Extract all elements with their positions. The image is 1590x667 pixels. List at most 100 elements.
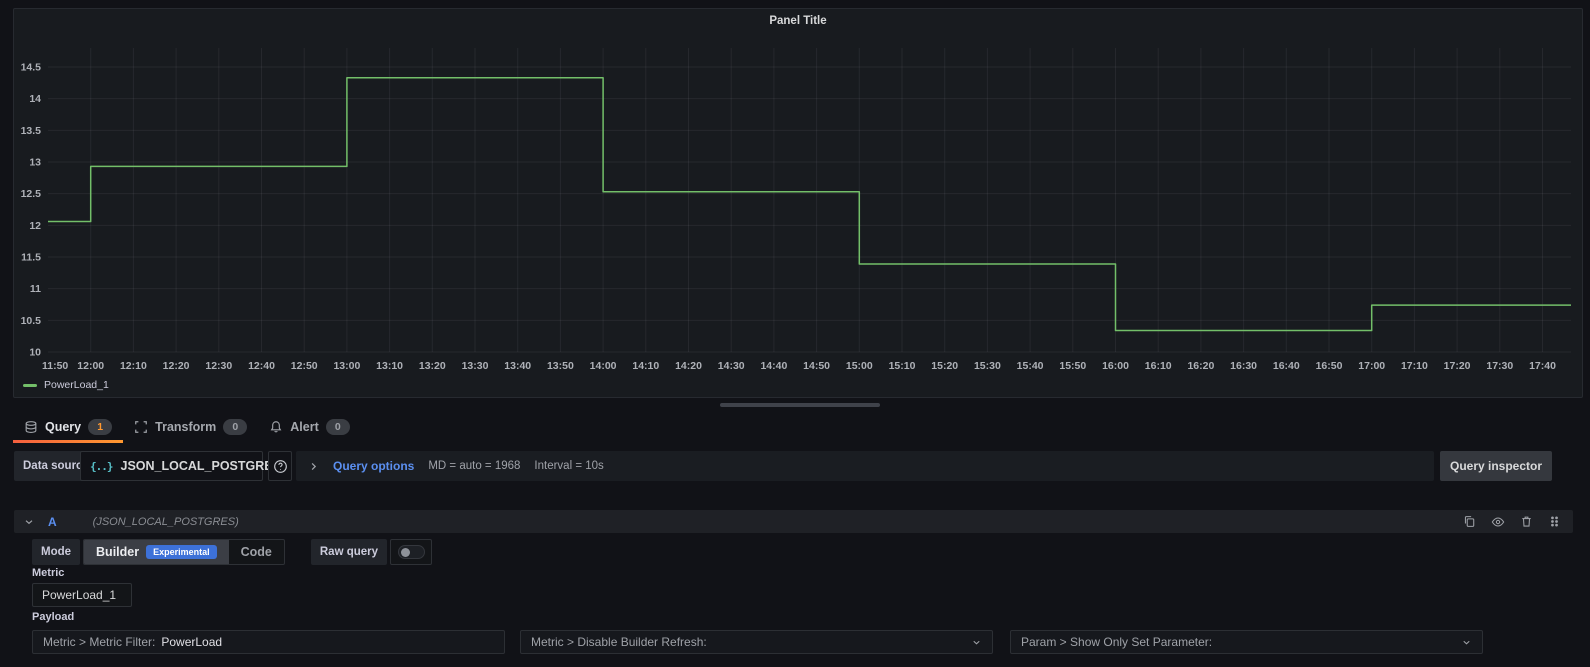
datasource-row: Data source {..} JSON_LOCAL_POSTGRES Que… — [14, 451, 1577, 481]
svg-text:12:40: 12:40 — [248, 360, 275, 372]
duplicate-query-button[interactable] — [1463, 515, 1476, 528]
query-a-header: A (JSON_LOCAL_POSTGRES) — [14, 510, 1573, 533]
bell-icon — [269, 420, 283, 434]
svg-text:13:30: 13:30 — [462, 360, 489, 372]
mode-label: Mode — [32, 539, 80, 565]
editor-tabbar: Query 1 Transform 0 Alert 0 — [13, 411, 361, 443]
payload-section-label: Payload — [32, 611, 74, 623]
raw-query-label: Raw query — [311, 539, 387, 565]
help-icon — [273, 459, 288, 474]
svg-text:14:50: 14:50 — [803, 360, 830, 372]
svg-text:10: 10 — [29, 347, 41, 359]
svg-text:17:30: 17:30 — [1486, 360, 1513, 372]
time-series-panel: Panel Title 1010.51111.51212.51313.51414… — [13, 8, 1583, 398]
database-icon — [24, 420, 38, 434]
svg-text:12:00: 12:00 — [77, 360, 104, 372]
datasource-picker-value: JSON_LOCAL_POSTGRES — [121, 459, 281, 473]
payload-row: Metric > Metric Filter: PowerLoad Metric… — [32, 630, 1590, 654]
svg-text:14:20: 14:20 — [675, 360, 702, 372]
svg-text:13:00: 13:00 — [333, 360, 360, 372]
builder-mode-label: Builder — [96, 545, 139, 559]
legend-item-powerload-1[interactable]: PowerLoad_1 — [23, 379, 109, 391]
svg-text:16:50: 16:50 — [1316, 360, 1343, 372]
svg-text:16:40: 16:40 — [1273, 360, 1300, 372]
svg-text:15:20: 15:20 — [931, 360, 958, 372]
datasource-help-button[interactable] — [268, 451, 292, 481]
svg-text:15:40: 15:40 — [1017, 360, 1044, 372]
svg-text:12:30: 12:30 — [205, 360, 232, 372]
toggle-knob — [401, 548, 410, 557]
raw-query-toggle[interactable] — [390, 539, 432, 565]
svg-text:16:10: 16:10 — [1145, 360, 1172, 372]
payload-field-metric-filter[interactable]: Metric > Metric Filter: PowerLoad — [32, 630, 505, 654]
svg-text:15:50: 15:50 — [1059, 360, 1086, 372]
query-options-link[interactable]: Query options — [333, 459, 414, 473]
chevron-down-icon[interactable] — [1461, 637, 1472, 648]
datasource-picker[interactable]: {..} JSON_LOCAL_POSTGRES — [80, 451, 263, 481]
toggle-track — [398, 545, 425, 559]
tab-transform-label: Transform — [155, 420, 216, 434]
svg-text:12: 12 — [29, 220, 41, 232]
svg-text:11.5: 11.5 — [21, 252, 41, 264]
payload-field-disable-builder-refresh[interactable]: Metric > Disable Builder Refresh: — [520, 630, 993, 654]
svg-text:14:30: 14:30 — [718, 360, 745, 372]
legend-label: PowerLoad_1 — [44, 379, 109, 391]
payload-field-value: PowerLoad — [161, 635, 222, 649]
tab-query-count: 1 — [88, 419, 112, 435]
svg-text:10.5: 10.5 — [21, 315, 42, 327]
mode-segmented-control: Builder Experimental Code — [83, 539, 285, 565]
metric-section-label: Metric — [32, 567, 64, 579]
query-inspector-button[interactable]: Query inspector — [1440, 451, 1552, 481]
svg-text:16:30: 16:30 — [1230, 360, 1257, 372]
svg-text:17:40: 17:40 — [1529, 360, 1556, 372]
code-mode-label: Code — [241, 545, 272, 559]
query-datasource-hint: (JSON_LOCAL_POSTGRES) — [93, 516, 239, 528]
svg-text:15:00: 15:00 — [846, 360, 873, 372]
chevron-right-icon[interactable] — [308, 461, 319, 472]
metric-select[interactable]: PowerLoad_1 — [32, 583, 132, 607]
hide-response-button[interactable] — [1491, 515, 1505, 529]
tab-alert[interactable]: Alert 0 — [258, 411, 360, 443]
remove-query-button[interactable] — [1520, 515, 1533, 528]
code-mode-button[interactable]: Code — [229, 540, 284, 564]
svg-text:12.5: 12.5 — [21, 188, 42, 200]
metric-select-value: PowerLoad_1 — [42, 588, 116, 602]
svg-text:15:10: 15:10 — [889, 360, 916, 372]
svg-text:17:00: 17:00 — [1358, 360, 1385, 372]
collapse-query-button[interactable] — [14, 516, 44, 528]
pane-resize-handle[interactable] — [720, 403, 880, 407]
svg-text:17:10: 17:10 — [1401, 360, 1428, 372]
svg-text:13:50: 13:50 — [547, 360, 574, 372]
tab-alert-label: Alert — [290, 420, 318, 434]
svg-text:11: 11 — [30, 283, 41, 295]
experimental-badge: Experimental — [146, 545, 217, 559]
grafana-panel-editor: Panel Title 1010.51111.51212.51313.51414… — [0, 0, 1590, 667]
payload-field-label: Metric > Disable Builder Refresh: — [531, 635, 707, 649]
chevron-down-icon — [23, 516, 35, 528]
chevron-down-icon[interactable] — [971, 637, 982, 648]
tab-transform-count: 0 — [223, 419, 247, 435]
interval-value: Interval = 10s — [534, 460, 603, 472]
tab-transform[interactable]: Transform 0 — [123, 411, 258, 443]
copy-icon — [1463, 515, 1476, 528]
svg-text:12:20: 12:20 — [163, 360, 190, 372]
svg-text:13:20: 13:20 — [419, 360, 446, 372]
max-data-points-value: MD = auto = 1968 — [428, 460, 520, 472]
payload-field-label: Param > Show Only Set Parameter: — [1021, 635, 1212, 649]
transform-icon — [134, 420, 148, 434]
svg-text:12:50: 12:50 — [291, 360, 318, 372]
query-ref-id[interactable]: A — [48, 515, 57, 529]
time-series-chart: 1010.51111.51212.51313.51414.511:5012:00… — [14, 9, 1582, 397]
svg-text:13.5: 13.5 — [21, 125, 42, 137]
svg-text:16:00: 16:00 — [1102, 360, 1129, 372]
query-actions — [1463, 515, 1573, 529]
svg-text:13:40: 13:40 — [504, 360, 531, 372]
tab-query[interactable]: Query 1 — [13, 411, 123, 443]
svg-text:11:50: 11:50 — [42, 360, 68, 372]
payload-field-show-only-set-parameter[interactable]: Param > Show Only Set Parameter: — [1010, 630, 1483, 654]
svg-text:14: 14 — [29, 93, 41, 105]
drag-query-handle[interactable] — [1548, 515, 1561, 528]
mode-row: Mode Builder Experimental Code Raw query — [32, 539, 432, 565]
svg-text:14:40: 14:40 — [760, 360, 787, 372]
builder-mode-button[interactable]: Builder Experimental — [84, 540, 229, 564]
